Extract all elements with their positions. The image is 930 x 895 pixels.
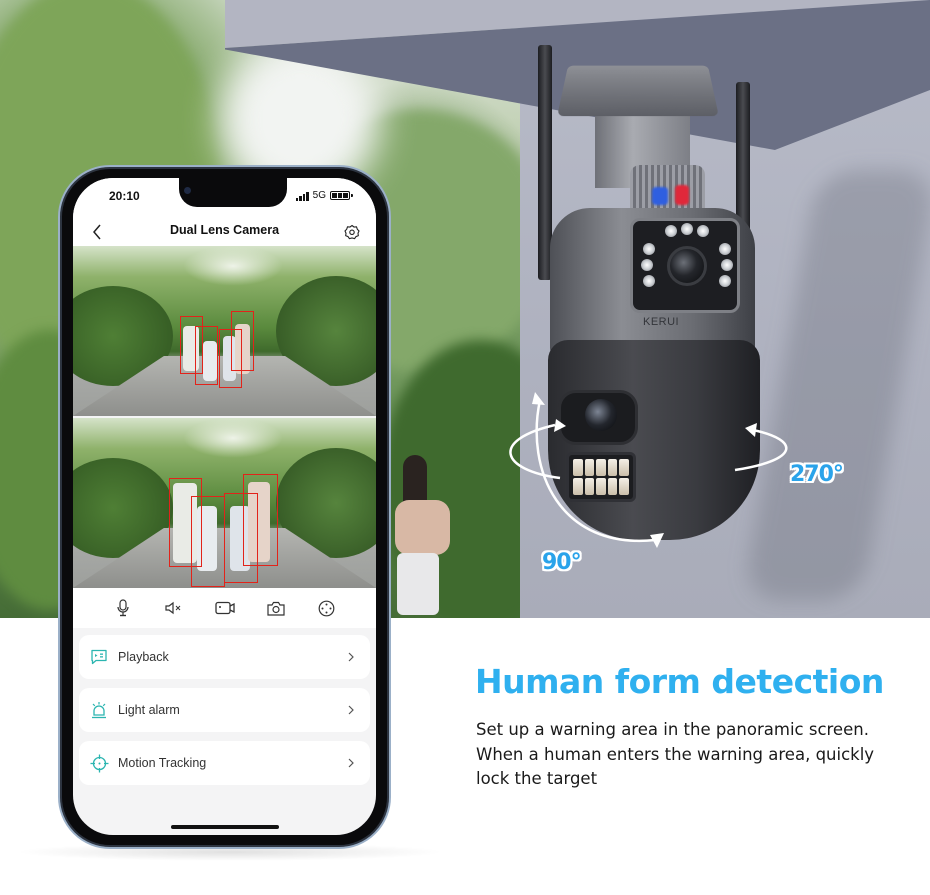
network-type: 5G	[312, 190, 326, 201]
upper-lens	[667, 246, 707, 286]
detection-box	[191, 496, 225, 587]
running-person	[395, 455, 465, 615]
ptz-camera: KERUI	[530, 40, 770, 560]
phone-notch	[179, 178, 287, 207]
menu-item-motion-tracking[interactable]: Motion Tracking	[79, 741, 370, 785]
settings-gear-icon	[344, 224, 360, 240]
detection-box	[243, 474, 278, 566]
settings-button[interactable]	[342, 222, 362, 242]
mute-button[interactable]	[162, 596, 186, 620]
camera-feed-upper[interactable]	[73, 246, 376, 416]
camera-brand-logo: KERUI	[643, 316, 680, 328]
upper-lens-module	[630, 218, 740, 313]
speaker-mute-icon	[164, 601, 180, 615]
menu-item-label: Motion Tracking	[118, 756, 207, 770]
feature-headline: Human form detection	[475, 662, 884, 701]
live-controls-bar	[73, 588, 376, 628]
signal-icon	[295, 191, 309, 201]
ptz-button[interactable]	[315, 596, 339, 620]
siren-alarm-icon	[92, 702, 106, 719]
chevron-right-icon	[348, 705, 354, 715]
floodlight-panel	[566, 452, 636, 502]
microphone-icon	[116, 599, 129, 617]
detection-box	[231, 311, 254, 371]
snapshot-button[interactable]	[264, 596, 288, 620]
lower-lens-module	[558, 390, 638, 445]
page-title: Dual Lens Camera	[169, 223, 280, 237]
direction-pad-icon	[318, 600, 335, 616]
phone-screen: 20:10 5G Dual Lens Camera Playback Light…	[73, 178, 376, 835]
status-time: 20:10	[109, 189, 140, 203]
video-record-icon	[214, 601, 235, 615]
detection-box	[195, 326, 218, 385]
menu-item-light-alarm[interactable]: Light alarm	[79, 688, 370, 732]
crosshair-target-icon	[90, 754, 108, 772]
battery-icon	[330, 191, 353, 200]
home-indicator[interactable]	[171, 825, 279, 829]
rotation-270-label: 270°	[790, 462, 844, 487]
mount-plate	[557, 65, 719, 117]
record-button[interactable]	[213, 596, 237, 620]
rotation-90-label: 90°	[542, 550, 582, 575]
camera-icon	[266, 601, 285, 616]
playback-icon	[91, 649, 107, 665]
chevron-right-icon	[348, 758, 354, 768]
chevron-right-icon	[348, 652, 354, 662]
status-indicators: 5G	[295, 190, 353, 201]
feature-description: Set up a warning area in the panoramic s…	[476, 720, 875, 788]
menu-item-label: Playback	[118, 650, 169, 664]
microphone-button[interactable]	[111, 596, 135, 620]
menu-item-label: Light alarm	[118, 703, 180, 717]
app-nav-bar: Dual Lens Camera	[73, 218, 376, 246]
menu-item-playback[interactable]: Playback	[79, 635, 370, 679]
camera-feed-lower[interactable]	[73, 418, 376, 588]
